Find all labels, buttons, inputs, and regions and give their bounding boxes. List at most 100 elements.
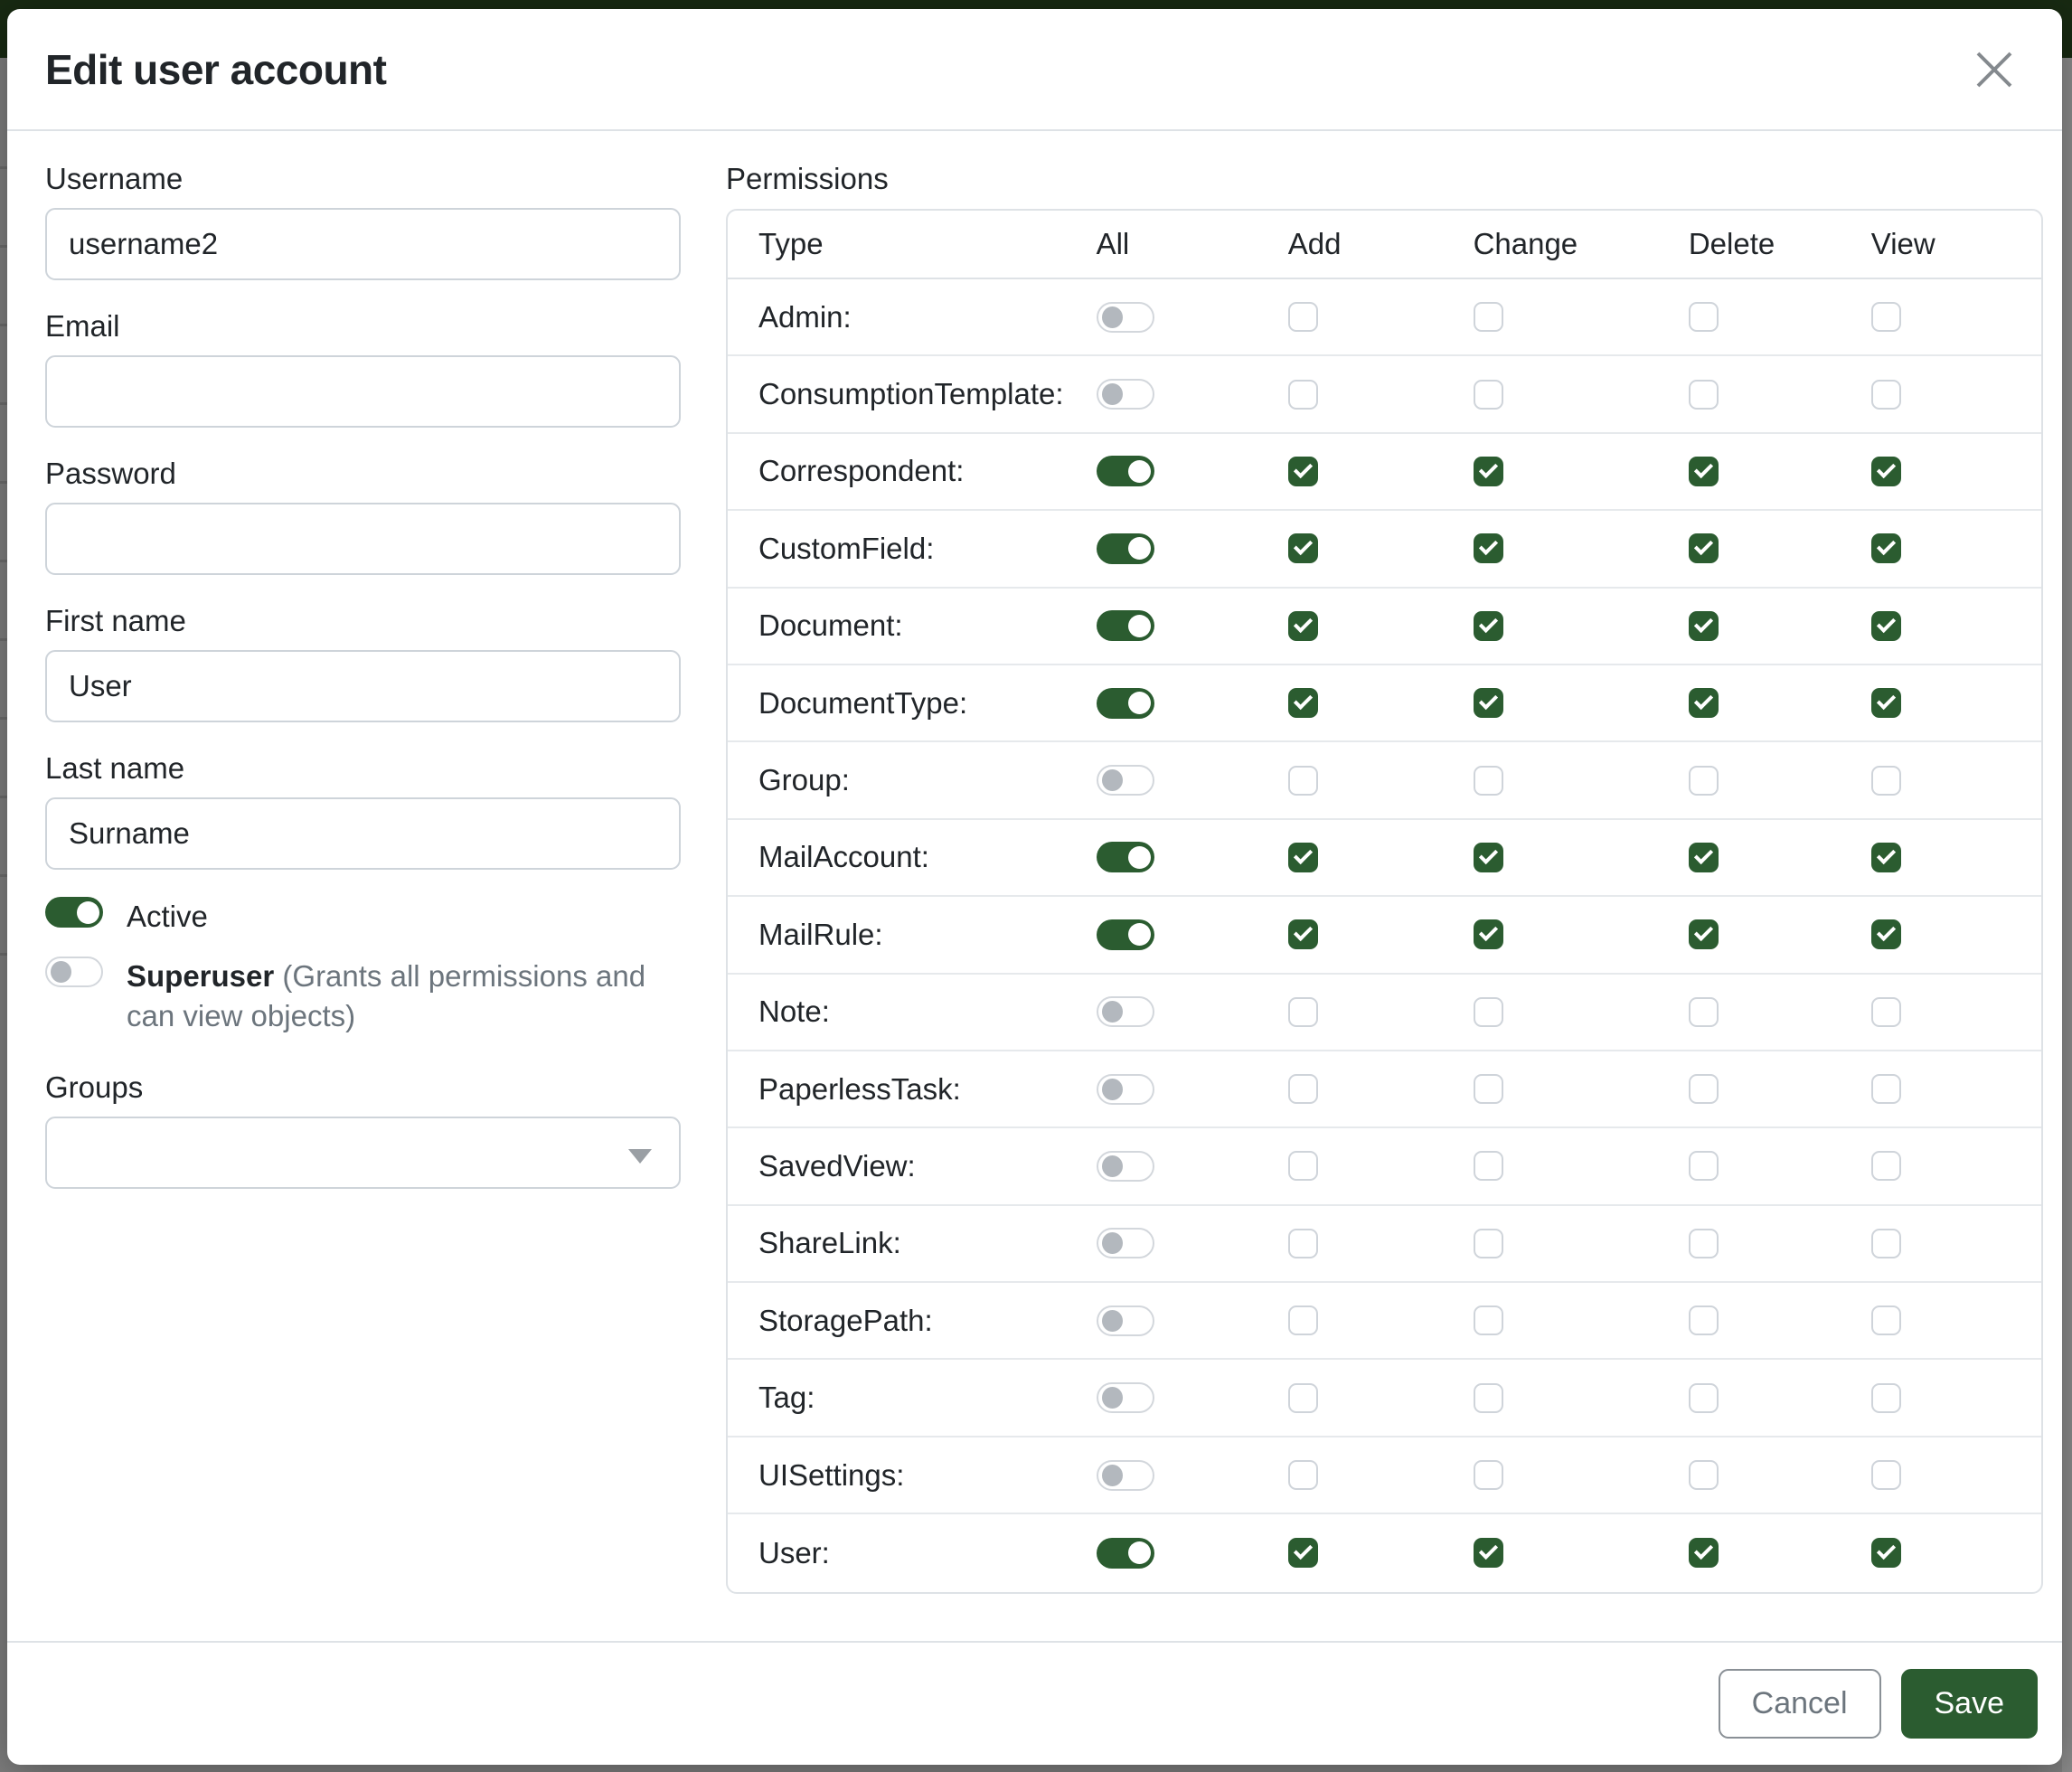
permission-all-toggle[interactable] (1097, 1382, 1154, 1413)
permission-delete-checkbox[interactable] (1689, 919, 1719, 949)
permission-delete-checkbox[interactable] (1689, 1538, 1719, 1568)
superuser-toggle[interactable] (45, 957, 103, 987)
permission-add-checkbox[interactable] (1288, 997, 1318, 1027)
permission-delete-checkbox[interactable] (1689, 1305, 1719, 1335)
permission-all-toggle[interactable] (1097, 1074, 1154, 1105)
permission-all-toggle[interactable] (1097, 1151, 1154, 1182)
permission-all-toggle[interactable] (1097, 1460, 1154, 1491)
permission-change-checkbox[interactable] (1474, 919, 1503, 949)
permission-add-checkbox[interactable] (1288, 611, 1318, 641)
active-toggle[interactable] (45, 897, 103, 928)
permission-delete-checkbox[interactable] (1689, 766, 1719, 796)
permission-delete-checkbox[interactable] (1689, 611, 1719, 641)
permission-add-checkbox[interactable] (1288, 380, 1318, 410)
permission-view-checkbox[interactable] (1871, 611, 1901, 641)
permission-view-checkbox[interactable] (1871, 997, 1901, 1027)
permission-delete-checkbox[interactable] (1689, 1229, 1719, 1258)
permission-view-checkbox[interactable] (1871, 1460, 1901, 1490)
permission-change-checkbox[interactable] (1474, 843, 1503, 872)
permission-view-checkbox[interactable] (1871, 843, 1901, 872)
permission-change-checkbox[interactable] (1474, 1305, 1503, 1335)
permission-add-checkbox[interactable] (1288, 457, 1318, 486)
permission-view-checkbox[interactable] (1871, 533, 1901, 563)
permission-add-checkbox[interactable] (1288, 1383, 1318, 1413)
save-button[interactable]: Save (1901, 1669, 2039, 1739)
permission-add-checkbox[interactable] (1288, 919, 1318, 949)
permission-delete-checkbox[interactable] (1689, 380, 1719, 410)
permission-change-checkbox[interactable] (1474, 766, 1503, 796)
permission-all-toggle[interactable] (1097, 302, 1154, 333)
permission-add-checkbox[interactable] (1288, 766, 1318, 796)
permission-all-toggle[interactable] (1097, 456, 1154, 486)
permission-add-checkbox[interactable] (1288, 533, 1318, 563)
permission-all-toggle[interactable] (1097, 919, 1154, 950)
permission-add-checkbox[interactable] (1288, 688, 1318, 718)
username-input[interactable] (45, 208, 681, 280)
permission-change-checkbox[interactable] (1474, 457, 1503, 486)
permission-view-checkbox[interactable] (1871, 1074, 1901, 1104)
permission-change-checkbox[interactable] (1474, 302, 1503, 332)
permission-delete-checkbox[interactable] (1689, 302, 1719, 332)
password-input[interactable] (45, 503, 681, 575)
permission-all-toggle[interactable] (1097, 533, 1154, 564)
permission-change-checkbox[interactable] (1474, 380, 1503, 410)
close-button[interactable] (1966, 42, 2022, 98)
permission-all-toggle[interactable] (1097, 1305, 1154, 1336)
permission-view-checkbox[interactable] (1871, 457, 1901, 486)
first-name-input[interactable] (45, 650, 681, 722)
groups-select[interactable] (45, 1117, 681, 1189)
permissions-header-row: Type All Add Change Delete View (728, 211, 2041, 279)
permission-all-toggle[interactable] (1097, 379, 1154, 410)
permission-add-checkbox[interactable] (1288, 843, 1318, 872)
permission-all-toggle[interactable] (1097, 842, 1154, 872)
permission-delete-checkbox[interactable] (1689, 688, 1719, 718)
permission-view-checkbox[interactable] (1871, 1229, 1901, 1258)
permission-add-checkbox[interactable] (1288, 302, 1318, 332)
permission-type-label: User: (758, 1536, 830, 1570)
permission-view-checkbox[interactable] (1871, 1151, 1901, 1181)
permission-change-checkbox[interactable] (1474, 1151, 1503, 1181)
permission-delete-checkbox[interactable] (1689, 457, 1719, 486)
permission-all-toggle[interactable] (1097, 1228, 1154, 1258)
permission-all-toggle[interactable] (1097, 765, 1154, 796)
permission-add-checkbox[interactable] (1288, 1538, 1318, 1568)
password-label: Password (45, 457, 681, 491)
last-name-input[interactable] (45, 797, 681, 870)
permission-change-checkbox[interactable] (1474, 533, 1503, 563)
permission-view-checkbox[interactable] (1871, 766, 1901, 796)
permission-change-checkbox[interactable] (1474, 1460, 1503, 1490)
permission-view-checkbox[interactable] (1871, 1538, 1901, 1568)
permission-add-checkbox[interactable] (1288, 1074, 1318, 1104)
permission-view-checkbox[interactable] (1871, 688, 1901, 718)
permission-all-toggle[interactable] (1097, 610, 1154, 641)
permission-all-toggle[interactable] (1097, 688, 1154, 719)
permission-change-checkbox[interactable] (1474, 1538, 1503, 1568)
permission-change-checkbox[interactable] (1474, 997, 1503, 1027)
permission-all-toggle[interactable] (1097, 996, 1154, 1027)
permission-view-checkbox[interactable] (1871, 1383, 1901, 1413)
permission-add-checkbox[interactable] (1288, 1460, 1318, 1490)
permission-change-checkbox[interactable] (1474, 688, 1503, 718)
permission-delete-checkbox[interactable] (1689, 533, 1719, 563)
page-scrollbar[interactable] (2062, 58, 2072, 1772)
cancel-button[interactable]: Cancel (1719, 1669, 1881, 1739)
permission-change-checkbox[interactable] (1474, 611, 1503, 641)
email-input[interactable] (45, 355, 681, 428)
permission-add-checkbox[interactable] (1288, 1305, 1318, 1335)
permission-add-checkbox[interactable] (1288, 1229, 1318, 1258)
permission-view-checkbox[interactable] (1871, 380, 1901, 410)
permission-view-checkbox[interactable] (1871, 1305, 1901, 1335)
permission-delete-checkbox[interactable] (1689, 997, 1719, 1027)
permission-change-checkbox[interactable] (1474, 1383, 1503, 1413)
permission-delete-checkbox[interactable] (1689, 1383, 1719, 1413)
permission-change-checkbox[interactable] (1474, 1229, 1503, 1258)
permission-all-toggle[interactable] (1097, 1538, 1154, 1569)
permission-view-checkbox[interactable] (1871, 919, 1901, 949)
permission-add-checkbox[interactable] (1288, 1151, 1318, 1181)
permission-delete-checkbox[interactable] (1689, 843, 1719, 872)
permission-delete-checkbox[interactable] (1689, 1460, 1719, 1490)
permission-change-checkbox[interactable] (1474, 1074, 1503, 1104)
permission-delete-checkbox[interactable] (1689, 1074, 1719, 1104)
permission-delete-checkbox[interactable] (1689, 1151, 1719, 1181)
permission-view-checkbox[interactable] (1871, 302, 1901, 332)
